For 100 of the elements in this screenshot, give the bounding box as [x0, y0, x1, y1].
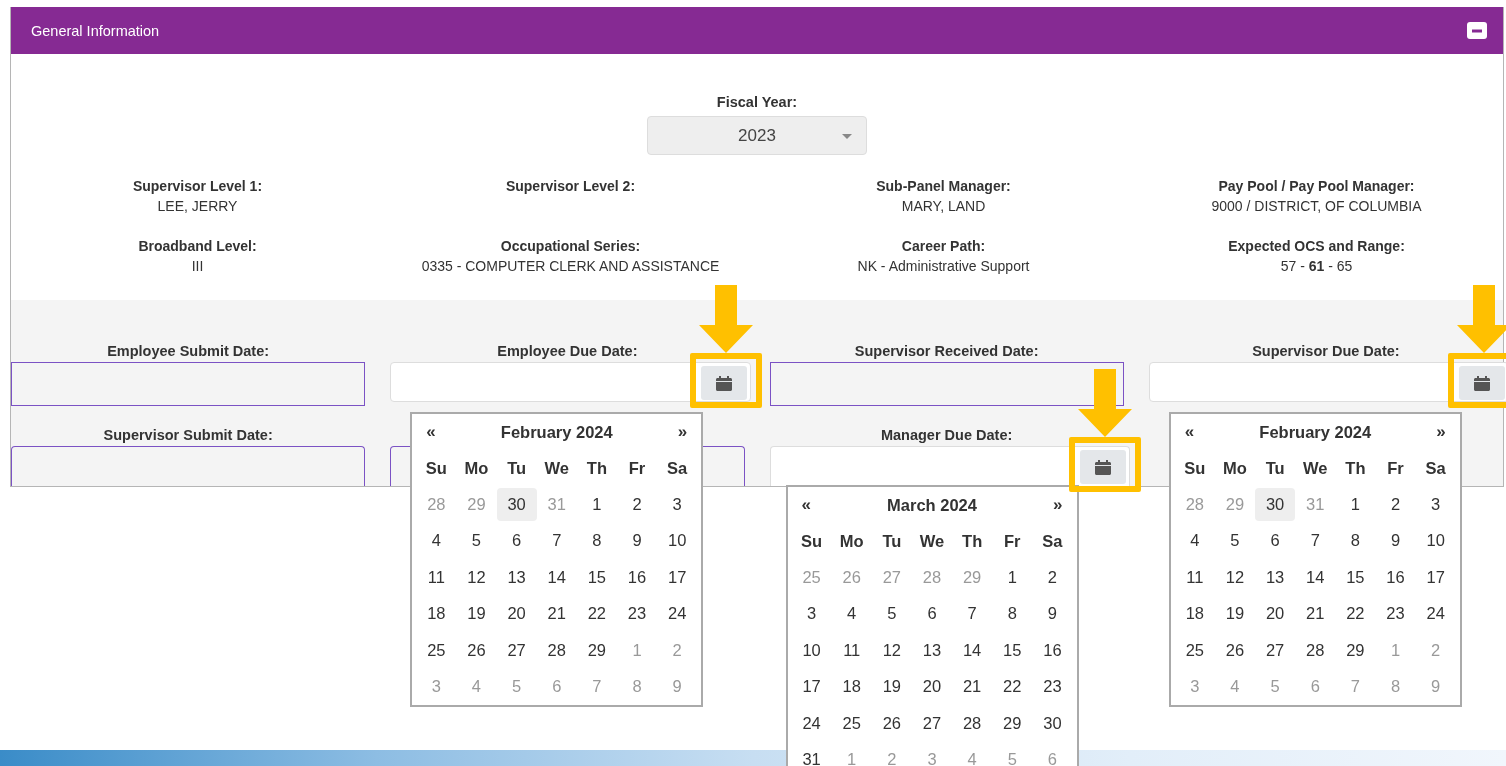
calendar-day[interactable]: 14	[1295, 560, 1336, 594]
calendar-day[interactable]: 5	[456, 524, 497, 558]
calendar-day[interactable]: 20	[912, 670, 952, 704]
calendar-day[interactable]: 3	[657, 487, 698, 521]
calendar-day[interactable]: 1	[992, 560, 1033, 594]
calendar-day[interactable]: 24	[791, 706, 832, 740]
calendar-day[interactable]: 14	[952, 633, 993, 667]
calendar-day[interactable]: 16	[1032, 633, 1073, 667]
previous-month-button[interactable]: «	[801, 495, 811, 515]
month-title[interactable]: February 2024	[500, 422, 613, 442]
calendar-day[interactable]: 23	[617, 597, 657, 631]
calendar-day[interactable]: 21	[1295, 597, 1336, 631]
calendar-day[interactable]: 11	[416, 560, 457, 594]
calendar-day[interactable]: 10	[1415, 524, 1456, 558]
fiscal-year-select[interactable]: 2023	[647, 116, 867, 155]
calendar-day[interactable]: 15	[992, 633, 1033, 667]
calendar-day[interactable]: 21	[536, 597, 577, 631]
calendar-day[interactable]: 8	[576, 524, 617, 558]
calendar-day[interactable]: 29	[576, 633, 617, 667]
calendar-day[interactable]: 29	[1335, 633, 1376, 667]
calendar-day[interactable]: 18	[1174, 597, 1215, 631]
collapse-icon[interactable]	[1467, 22, 1487, 39]
calendar-day[interactable]: 18	[416, 597, 457, 631]
calendar-day[interactable]: 17	[791, 670, 832, 704]
calendar-day[interactable]: 27	[912, 706, 952, 740]
calendar-day[interactable]: 28	[1295, 633, 1336, 667]
calendar-day[interactable]: 26	[871, 706, 912, 740]
calendar-day[interactable]: 6	[912, 597, 952, 631]
calendar-day[interactable]: 1	[1335, 487, 1376, 521]
calendar-button[interactable]	[1459, 366, 1505, 400]
calendar-day[interactable]: 13	[496, 560, 537, 594]
calendar-day[interactable]: 17	[1415, 560, 1456, 594]
date-field[interactable]	[11, 446, 366, 486]
calendar-day[interactable]: 28	[536, 633, 577, 667]
calendar-day[interactable]: 6	[1255, 524, 1296, 558]
calendar-day[interactable]: 15	[1335, 560, 1376, 594]
calendar-day[interactable]: 7	[536, 524, 577, 558]
calendar-day[interactable]: 10	[657, 524, 698, 558]
calendar-day[interactable]: 24	[657, 597, 698, 631]
previous-month-button[interactable]: «	[426, 422, 436, 442]
calendar-day[interactable]: 20	[496, 597, 537, 631]
calendar-day[interactable]: 3	[791, 597, 832, 631]
calendar-day[interactable]: 2	[617, 487, 657, 521]
calendar-day[interactable]: 15	[576, 560, 617, 594]
calendar-day[interactable]: 12	[1214, 560, 1255, 594]
calendar-button[interactable]	[700, 366, 747, 400]
calendar-day[interactable]: 31	[791, 743, 832, 766]
calendar-day[interactable]: 13	[1255, 560, 1296, 594]
calendar-day[interactable]: 11	[831, 633, 872, 667]
calendar-day[interactable]: 7	[1295, 524, 1336, 558]
calendar-day[interactable]: 17	[657, 560, 698, 594]
calendar-button[interactable]	[1079, 450, 1126, 484]
next-month-button[interactable]: »	[1053, 495, 1063, 515]
next-month-button[interactable]: »	[1436, 422, 1446, 442]
calendar-day[interactable]: 1	[576, 487, 617, 521]
calendar-day[interactable]: 23	[1032, 670, 1073, 704]
calendar-day[interactable]: 25	[1174, 633, 1215, 667]
calendar-day[interactable]: 28	[952, 706, 993, 740]
calendar-day[interactable]: 16	[1375, 560, 1416, 594]
calendar-day[interactable]: 9	[617, 524, 657, 558]
calendar-day[interactable]: 4	[831, 597, 872, 631]
calendar-day[interactable]: 4	[416, 524, 457, 558]
previous-month-button[interactable]: «	[1184, 422, 1195, 442]
calendar-day[interactable]: 19	[871, 670, 912, 704]
month-title[interactable]: March 2024	[887, 495, 977, 515]
calendar-day[interactable]: 8	[1335, 524, 1376, 558]
calendar-day[interactable]: 6	[496, 524, 537, 558]
calendar-day[interactable]: 9	[1375, 524, 1416, 558]
calendar-day[interactable]: 22	[1335, 597, 1376, 631]
date-field[interactable]	[11, 362, 366, 406]
calendar-day[interactable]: 19	[456, 597, 497, 631]
calendar-day[interactable]: 5	[1214, 524, 1255, 558]
calendar-day[interactable]: 20	[1255, 597, 1296, 631]
calendar-day[interactable]: 7	[952, 597, 993, 631]
calendar-day[interactable]: 2	[1032, 560, 1073, 594]
calendar-day[interactable]: 13	[912, 633, 952, 667]
month-title[interactable]: February 2024	[1259, 422, 1372, 442]
calendar-day[interactable]: 3	[1415, 487, 1456, 521]
calendar-day[interactable]: 18	[831, 670, 872, 704]
calendar-day[interactable]: 25	[831, 706, 872, 740]
calendar-day[interactable]: 24	[1415, 597, 1456, 631]
calendar-day[interactable]: 8	[992, 597, 1033, 631]
calendar-day[interactable]: 19	[1214, 597, 1255, 631]
calendar-day[interactable]: 10	[791, 633, 832, 667]
calendar-day[interactable]: 12	[456, 560, 497, 594]
calendar-day[interactable]: 30	[496, 487, 537, 521]
calendar-day[interactable]: 2	[1375, 487, 1416, 521]
calendar-day[interactable]: 16	[617, 560, 657, 594]
calendar-day[interactable]: 5	[871, 597, 912, 631]
calendar-day[interactable]: 30	[1032, 706, 1073, 740]
calendar-day[interactable]: 12	[871, 633, 912, 667]
calendar-day[interactable]: 25	[416, 633, 457, 667]
calendar-day[interactable]: 26	[1214, 633, 1255, 667]
calendar-day[interactable]: 22	[576, 597, 617, 631]
calendar-day[interactable]: 22	[992, 670, 1033, 704]
date-field[interactable]	[769, 362, 1124, 406]
calendar-day[interactable]: 9	[1032, 597, 1073, 631]
calendar-day[interactable]: 11	[1174, 560, 1215, 594]
next-month-button[interactable]: »	[677, 422, 688, 442]
calendar-day[interactable]: 14	[536, 560, 577, 594]
